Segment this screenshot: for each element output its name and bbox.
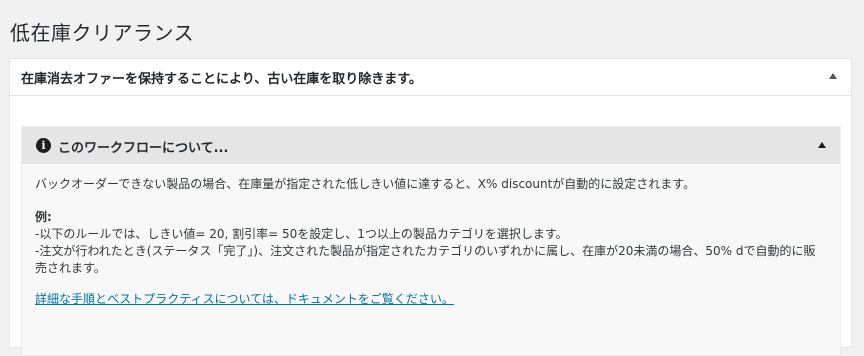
documentation-link[interactable]: 詳細な手順とベストプラクティスについては、ドキュメントをご覧ください。: [35, 291, 454, 308]
postbox-header[interactable]: 在庫消去オファーを保持することにより、古い在庫を取り除きます。: [10, 59, 851, 96]
workflow-title: このワークフローについて...: [58, 141, 229, 156]
example-line-2: -注文が行われたとき(ステータス「完了」)、注文された製品が指定されたカテゴリの…: [35, 244, 816, 275]
example-heading: 例:: [35, 210, 52, 224]
info-icon: i: [36, 138, 51, 153]
collapse-toggle-icon[interactable]: [829, 73, 837, 79]
workflow-collapse-toggle-icon[interactable]: [818, 142, 826, 148]
postbox-title: 在庫消去オファーを保持することにより、古い在庫を取り除きます。: [21, 72, 422, 87]
example-line-1: -以下のルールでは、しきい値= 20, 割引率= 50を設定し、1つ以上の製品カ…: [35, 227, 568, 241]
workflow-panel: i このワークフローについて... バックオーダーできない製品の場合、在庫量が指…: [21, 126, 841, 356]
postbox: 在庫消去オファーを保持することにより、古い在庫を取り除きます。 i このワークフ…: [9, 58, 852, 356]
workflow-header[interactable]: i このワークフローについて...: [22, 127, 840, 164]
workflow-description: バックオーダーできない製品の場合、在庫量が指定された低しきい値に達すると、X% …: [35, 177, 696, 191]
workflow-body: バックオーダーできない製品の場合、在庫量が指定された低しきい値に達すると、X% …: [22, 164, 840, 308]
page-title: 低在庫クリアランス: [10, 21, 195, 46]
